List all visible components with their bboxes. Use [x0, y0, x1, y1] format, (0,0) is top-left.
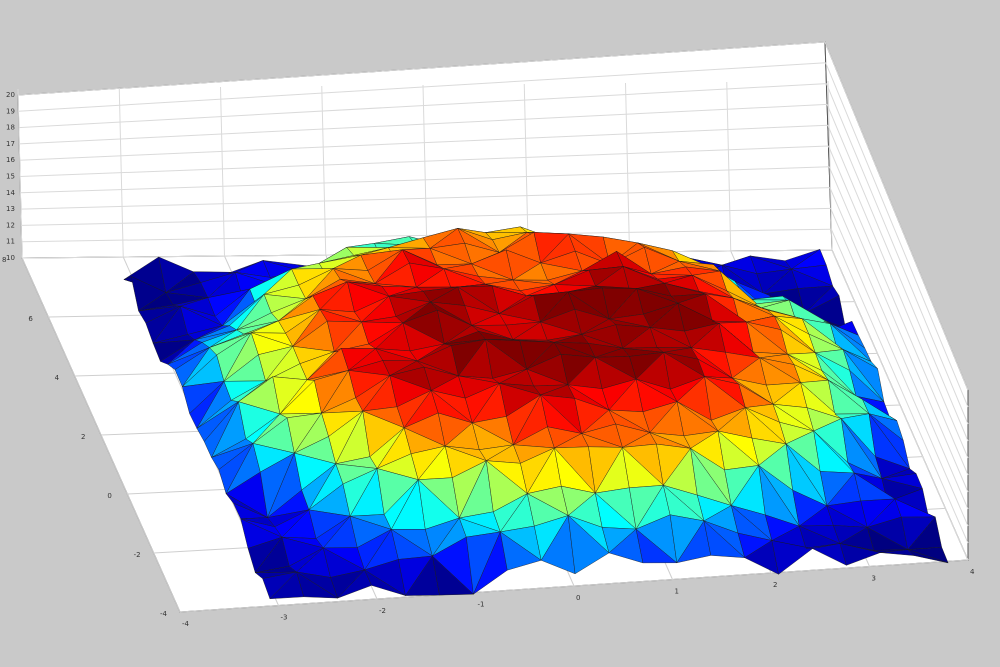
y-tick-label: 6 [28, 315, 33, 323]
z-tick-label: 20 [6, 91, 15, 99]
z-tick-label: 11 [6, 238, 15, 246]
z-tick-label: 14 [6, 189, 15, 197]
x-tick-label: -2 [379, 607, 386, 615]
x-tick-label: 1 [675, 588, 679, 596]
z-tick-label: 18 [6, 124, 15, 132]
x-tick-label: 4 [970, 568, 975, 576]
z-tick-label: 17 [6, 140, 15, 148]
x-tick-label: -1 [478, 601, 485, 609]
surface-plot-figure: -4-3-2-101234-4-202468 101112131415161718… [2, 41, 975, 628]
z-tick-label: 13 [6, 205, 15, 213]
z-tick-label: 19 [6, 107, 15, 115]
surface-mesh [123, 226, 949, 600]
y-tick-label: 4 [55, 374, 60, 382]
y-tick-label: 2 [81, 433, 85, 441]
y-tick-label: -4 [160, 610, 168, 618]
z-tick-label: 12 [6, 221, 15, 229]
x-tick-label: -4 [182, 620, 190, 628]
z-tick-label: 16 [6, 156, 15, 164]
x-tick-label: 3 [872, 575, 876, 583]
x-tick-label: 2 [773, 581, 777, 589]
x-tick-label: 0 [576, 594, 580, 602]
y-tick-label: 0 [107, 492, 111, 500]
x-tick-label: -3 [281, 614, 288, 622]
z-tick-label: 15 [6, 173, 15, 181]
y-tick-label: -2 [134, 551, 141, 559]
z-tick-label: 10 [6, 254, 15, 262]
